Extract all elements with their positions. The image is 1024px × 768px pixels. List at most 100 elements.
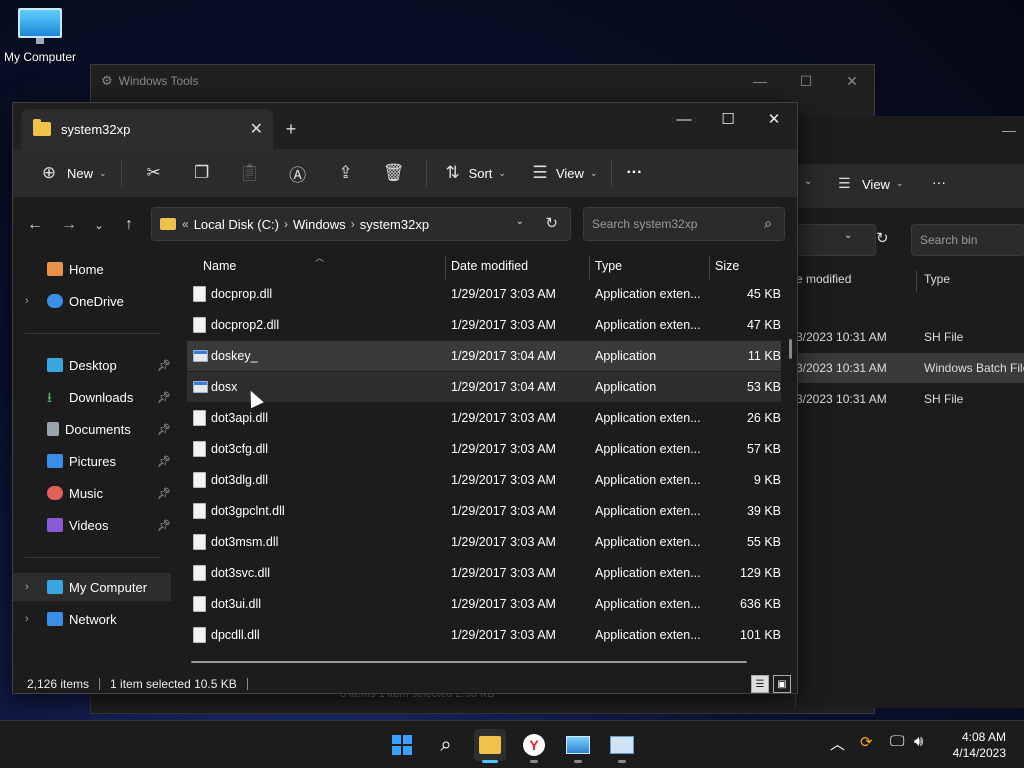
tools-close-button[interactable]: ✕: [829, 65, 875, 97]
tools-maximize-button[interactable]: ☐: [783, 65, 829, 97]
file-explorer-taskbar-button[interactable]: [474, 729, 506, 763]
bin-address-dropdown-icon[interactable]: ⌄: [844, 230, 852, 241]
yandex-browser-button[interactable]: Y: [518, 729, 550, 763]
file-row[interactable]: docprop.dll 1/29/2017 3:03 AM Applicatio…: [187, 279, 781, 309]
bin-minimize-button[interactable]: —: [1002, 116, 1022, 148]
breadcrumb-local-disk[interactable]: Local Disk (C:): [194, 217, 279, 232]
sidebar-item-my-computer[interactable]: › My Computer: [13, 573, 171, 601]
sidebar-item-downloads[interactable]: ⭳ Downloads 📌︎: [13, 383, 171, 411]
tab-system32xp[interactable]: system32xp ✕: [21, 109, 273, 149]
file-row[interactable]: dot3ui.dll 1/29/2017 3:03 AM Application…: [187, 589, 781, 619]
resource-monitor-button[interactable]: [606, 729, 638, 763]
bin-more-button[interactable]: ···: [932, 174, 946, 190]
view-button[interactable]: ☰ View ⌄: [522, 157, 604, 189]
bin-row[interactable]: 3/2023 10:31 AM Windows Batch File: [796, 353, 1024, 383]
sidebar-item-label: Music: [69, 485, 103, 501]
pin-icon[interactable]: 📌︎: [157, 519, 171, 532]
sync-icon[interactable]: ⟳: [860, 733, 873, 751]
bin-window: ⌄ ☰ View ⌄ ··· ⌄ ↻ Search bin e modified…: [795, 116, 1024, 708]
vertical-scrollbar[interactable]: [789, 339, 792, 359]
sidebar-item-network[interactable]: › Network: [13, 605, 171, 633]
pin-icon[interactable]: 📌︎: [157, 391, 171, 404]
tools-minimize-button[interactable]: —: [737, 65, 783, 97]
file-row[interactable]: docprop2.dll 1/29/2017 3:03 AM Applicati…: [187, 310, 781, 340]
recent-locations-button[interactable]: ⌄: [85, 211, 113, 239]
sidebar-item-documents[interactable]: Documents 📌︎: [13, 415, 171, 443]
horizontal-scrollbar[interactable]: [191, 661, 747, 663]
bin-view-button[interactable]: View: [862, 177, 890, 192]
show-hidden-icons-chevron-icon[interactable]: ︿: [830, 733, 845, 754]
file-row[interactable]: dot3api.dll 1/29/2017 3:03 AM Applicatio…: [187, 403, 781, 433]
pin-icon[interactable]: 📌︎: [157, 455, 171, 468]
sidebar-item-home[interactable]: Home: [13, 255, 171, 283]
delete-button[interactable]: 🗑︎: [370, 157, 418, 189]
start-button[interactable]: [386, 729, 418, 761]
bin-row[interactable]: 3/2023 10:31 AM SH File: [796, 384, 1024, 414]
network-tray-icon[interactable]: 🖵︎: [890, 733, 904, 750]
column-separator[interactable]: [589, 255, 590, 279]
address-dropdown-icon[interactable]: ⌄: [516, 216, 524, 227]
tab-close-icon[interactable]: ✕: [250, 119, 263, 139]
expand-chevron-icon[interactable]: ›: [25, 581, 29, 593]
cut-button[interactable]: ✂: [130, 157, 178, 189]
file-row[interactable]: dpcdll.dll 1/29/2017 3:03 AM Application…: [187, 620, 781, 650]
search-input[interactable]: Search system32xp ⌕: [583, 207, 785, 241]
pin-icon[interactable]: 📌︎: [157, 423, 171, 436]
breadcrumb-windows[interactable]: Windows: [293, 217, 346, 232]
pin-icon[interactable]: 📌︎: [157, 487, 171, 500]
column-separator[interactable]: [445, 255, 446, 279]
column-header-type[interactable]: Type: [595, 251, 705, 281]
rename-button[interactable]: Ⓐ: [274, 157, 322, 189]
share-button[interactable]: ⇪: [322, 157, 370, 189]
expand-chevron-icon[interactable]: ›: [25, 295, 29, 307]
bin-refresh-icon[interactable]: ↻: [876, 229, 889, 247]
details-view-icon[interactable]: ☰: [751, 675, 769, 693]
file-row[interactable]: dot3svc.dll 1/29/2017 3:03 AM Applicatio…: [187, 558, 781, 588]
file-row[interactable]: dosx 1/29/2017 3:04 AM Application 53 KB: [187, 372, 781, 402]
up-button[interactable]: ↑: [115, 211, 143, 239]
bin-col-date[interactable]: e modified: [796, 272, 851, 286]
new-tab-button[interactable]: +: [277, 115, 305, 143]
copy-button[interactable]: ❐: [178, 157, 226, 189]
new-button[interactable]: ⊕ New ⌄: [31, 157, 113, 189]
file-row[interactable]: dot3dlg.dll 1/29/2017 3:03 AM Applicatio…: [187, 465, 781, 495]
column-header-name[interactable]: Name: [203, 251, 443, 281]
file-row[interactable]: dot3cfg.dll 1/29/2017 3:03 AM Applicatio…: [187, 434, 781, 464]
more-options-button[interactable]: ···: [620, 157, 648, 189]
column-header-size[interactable]: Size: [715, 251, 775, 281]
system-clock[interactable]: 4:08 AM 4/14/2023: [953, 729, 1006, 761]
minimize-button[interactable]: —: [661, 103, 707, 135]
control-panel-button[interactable]: [562, 729, 594, 763]
breadcrumb-system32xp[interactable]: system32xp: [360, 217, 429, 232]
address-bar[interactable]: « Local Disk (C:) › Windows › system32xp…: [151, 207, 571, 241]
refresh-icon[interactable]: ↻: [545, 214, 558, 232]
expand-chevron-icon[interactable]: ›: [25, 613, 29, 625]
column-header-date[interactable]: Date modified: [451, 251, 591, 281]
file-row[interactable]: dot3gpclnt.dll 1/29/2017 3:03 AM Applica…: [187, 496, 781, 526]
maximize-button[interactable]: ☐: [705, 103, 751, 135]
back-button[interactable]: ←: [21, 211, 49, 239]
paste-button[interactable]: 📋︎: [226, 157, 274, 189]
sidebar-item-onedrive[interactable]: › OneDrive: [13, 287, 171, 315]
sidebar-item-desktop[interactable]: Desktop 📌︎: [13, 351, 171, 379]
file-row[interactable]: doskey_ 1/29/2017 3:04 AM Application 11…: [187, 341, 781, 371]
file-row[interactable]: dot3msm.dll 1/29/2017 3:03 AM Applicatio…: [187, 527, 781, 557]
pin-icon[interactable]: 📌︎: [157, 359, 171, 372]
file-list: ︿ Name Date modified Type Size docprop.d…: [185, 251, 795, 669]
bin-col-type[interactable]: Type: [924, 272, 950, 286]
column-separator[interactable]: [709, 255, 710, 279]
forward-button[interactable]: →: [55, 211, 83, 239]
my-computer-desktop-icon[interactable]: My Computer: [0, 8, 80, 64]
bin-row[interactable]: 3/2023 10:31 AM SH File: [796, 322, 1024, 352]
sidebar-item-pictures[interactable]: Pictures 📌︎: [13, 447, 171, 475]
large-icons-view-icon[interactable]: ▣: [773, 675, 791, 693]
sidebar-item-videos[interactable]: Videos 📌︎: [13, 511, 171, 539]
bin-address-box[interactable]: [796, 224, 876, 256]
volume-icon[interactable]: 🔊︎: [914, 733, 923, 750]
close-button[interactable]: ✕: [751, 103, 797, 135]
bin-search-input[interactable]: Search bin: [911, 224, 1024, 256]
sort-button[interactable]: ⇅ Sort ⌄: [435, 157, 512, 189]
search-button[interactable]: ⌕: [430, 729, 462, 761]
sidebar-item-music[interactable]: Music 📌︎: [13, 479, 171, 507]
overflow-crumb[interactable]: «: [182, 217, 189, 231]
